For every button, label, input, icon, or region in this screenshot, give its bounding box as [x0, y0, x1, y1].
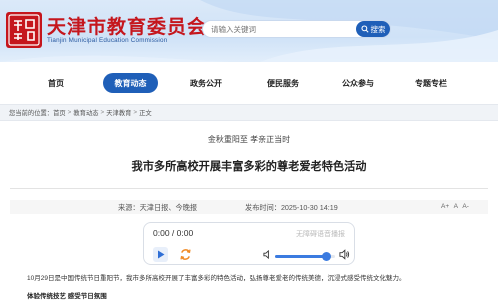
search-icon [360, 25, 369, 33]
search-button-label: 搜索 [370, 24, 386, 34]
nav-item-home[interactable]: 首页 [30, 73, 82, 93]
font-size-increase-button[interactable]: A+ [441, 203, 449, 210]
speaker-high-icon[interactable] [339, 249, 350, 260]
article-title: 我市多所高校开展丰富多彩的尊老爱老特色活动 [131, 161, 367, 173]
nav-item-special-topics[interactable]: 专题专栏 [403, 73, 459, 93]
breadcrumb-separator: > [133, 109, 138, 116]
font-size-decrease-button[interactable]: A- [462, 203, 469, 210]
loop-icon [180, 249, 191, 260]
font-size-default-button[interactable]: A [454, 203, 458, 210]
breadcrumb-item-current: 正文 [139, 110, 152, 117]
site-subtitle: Tianjin Municipal Education Commission [47, 37, 168, 44]
article-publish-time: 发布时间：2025-10-30 14:19 [245, 203, 338, 212]
font-size-controls: A+ A A- [441, 203, 472, 210]
article-source: 来源：天津日报、今晚报 [118, 203, 198, 212]
nav-item-government-affairs[interactable]: 政务公开 [178, 73, 234, 93]
breadcrumb-item-education-news[interactable]: 教育动态 [73, 108, 98, 117]
audio-time-display: 0:00 / 0:00 [153, 228, 194, 238]
title-divider [10, 188, 488, 189]
volume-fill [275, 255, 326, 258]
play-button[interactable] [153, 247, 168, 262]
breadcrumb-separator: > [67, 109, 72, 116]
nav-item-public-services[interactable]: 便民服务 [255, 73, 311, 93]
site-header: 天津市教育委员会 Tianjin Municipal Education Com… [0, 0, 498, 62]
loop-button[interactable] [178, 247, 193, 262]
article-section-heading: 体验传统技艺 感受节日氛围 [27, 293, 107, 300]
breadcrumb-item-home[interactable]: 首页 [53, 108, 66, 117]
site-title: 天津市教育委员会 [47, 16, 208, 38]
audio-player: 0:00 / 0:00 无障碍语音播报 [143, 222, 355, 265]
volume-slider[interactable] [275, 252, 335, 261]
article-pretitle: 金秋重阳至 孝亲正当时 [207, 135, 291, 144]
search-input[interactable] [211, 23, 351, 36]
nav-item-education-news[interactable]: 教育动态 [103, 73, 158, 93]
main-nav: 首页 教育动态 政务公开 便民服务 公众参与 专题专栏 [0, 62, 498, 104]
accessibility-voice-label[interactable]: 无障碍语音播报 [296, 229, 345, 239]
breadcrumb-separator: > [100, 109, 105, 116]
breadcrumb-prefix: 您当前的位置： [9, 110, 54, 117]
breadcrumb-item-tianjin-education[interactable]: 天津教育 [106, 108, 131, 117]
article-meta-bar: 来源：天津日报、今晚报 发布时间：2025-10-30 14:19 A+ A A… [10, 200, 488, 214]
speaker-low-icon[interactable] [263, 250, 272, 259]
site-logo[interactable] [6, 12, 42, 48]
article-body-paragraph: 10月29日是中国传统节日重阳节，我市多所高校开展了丰富多彩的特色活动，弘扬尊老… [27, 275, 406, 282]
volume-knob[interactable] [321, 252, 331, 261]
play-icon [157, 250, 164, 259]
nav-item-public-participation[interactable]: 公众参与 [330, 73, 386, 93]
search-button[interactable]: 搜索 [356, 21, 390, 37]
breadcrumb: 您当前的位置： 首页 > 教育动态 > 天津教育 > 正文 [0, 104, 498, 121]
